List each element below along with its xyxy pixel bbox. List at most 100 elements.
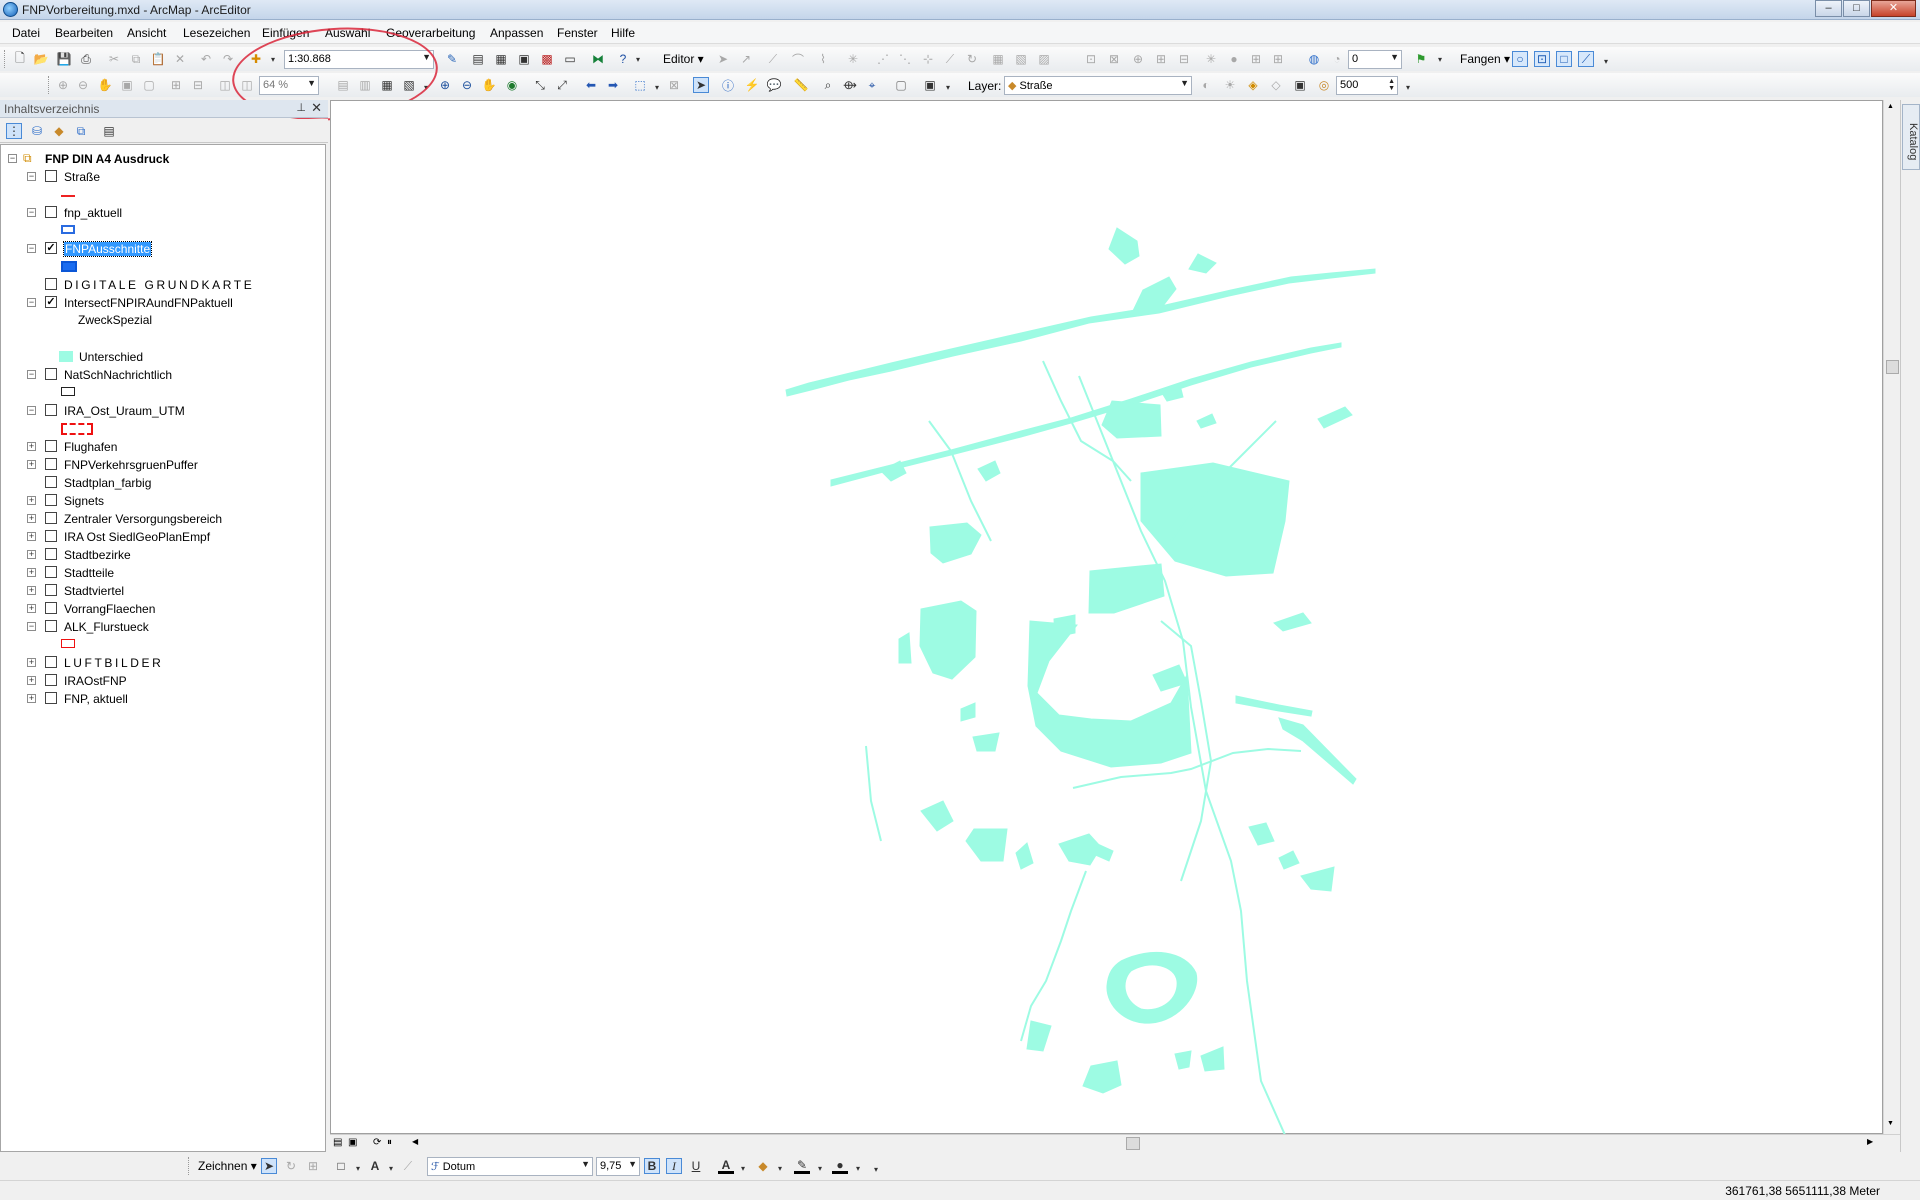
- toc-layer-row[interactable]: + Flughafen: [7, 439, 317, 455]
- layer-name[interactable]: ALK_Flurstueck: [64, 620, 149, 634]
- font-size-combo[interactable]: 9,75 ▼: [596, 1157, 640, 1176]
- zoom-in-icon[interactable]: ⊕: [437, 77, 453, 93]
- marker-color-dropdown-icon[interactable]: ▾: [850, 1160, 866, 1176]
- snapping-menu[interactable]: Fangen ▾: [1460, 52, 1510, 66]
- collapse-icon[interactable]: −: [27, 208, 36, 217]
- swipe-icon[interactable]: ◈: [1245, 77, 1261, 93]
- measure-icon[interactable]: 📏: [793, 77, 809, 93]
- html-popup-icon[interactable]: 💬: [766, 77, 782, 93]
- open-folder-icon[interactable]: 📂: [33, 51, 49, 67]
- topology-edit-icon[interactable]: ⊠: [1106, 51, 1122, 67]
- line-color-dropdown-icon[interactable]: ▾: [812, 1160, 828, 1176]
- point-snapping-icon[interactable]: ○: [1512, 51, 1528, 67]
- expand-icon[interactable]: +: [27, 514, 36, 523]
- toc-layer-row[interactable]: − ✓ IntersectFNPIRAundFNPaktuell: [7, 295, 317, 311]
- fill-color-icon[interactable]: ◆: [755, 1158, 771, 1174]
- expand-icon[interactable]: +: [27, 496, 36, 505]
- buffer-dropdown-icon[interactable]: ▾: [1400, 79, 1416, 95]
- expand-icon[interactable]: +: [27, 460, 36, 469]
- layer-name[interactable]: DIGITALE GRUNDKARTE: [64, 278, 254, 292]
- list-by-visibility-icon[interactable]: ◆: [51, 123, 67, 139]
- marker-color-icon[interactable]: ●: [832, 1158, 848, 1174]
- layer-name[interactable]: Straße: [64, 170, 100, 184]
- menu-fenster[interactable]: Fenster: [557, 26, 598, 40]
- clear-selection-icon[interactable]: ⊠: [666, 77, 682, 93]
- toc-layer-row[interactable]: − IRA_Ost_Uraum_UTM: [7, 403, 317, 419]
- layer-name[interactable]: Stadtviertel: [64, 584, 124, 598]
- buffer-wizard-icon[interactable]: ▣: [1292, 77, 1308, 93]
- layer-name[interactable]: IntersectFNPIRAundFNPaktuell: [64, 296, 233, 310]
- toc-layer-row[interactable]: − fnp_aktuell: [7, 205, 317, 221]
- catalog-tab[interactable]: Katalog: [1902, 104, 1920, 170]
- rectangle-icon[interactable]: □: [333, 1158, 349, 1174]
- layer-visibility-checkbox[interactable]: [45, 620, 57, 632]
- layout-view-icon[interactable]: ▤: [333, 1137, 342, 1148]
- layer-name[interactable]: IRA Ost SiedlGeoPlanEmpf: [64, 530, 210, 544]
- buffer-distance-spinner[interactable]: 500 ▲ ▼: [1336, 76, 1398, 95]
- collapse-icon[interactable]: −: [27, 244, 36, 253]
- add-control-points-icon[interactable]: ⊞: [1270, 51, 1286, 67]
- font-name-combo[interactable]: ℱ Dotum ▼: [427, 1157, 593, 1176]
- identify-icon[interactable]: ⓘ: [720, 77, 736, 93]
- undo-icon[interactable]: ↶: [198, 51, 214, 67]
- collapse-icon[interactable]: −: [27, 622, 36, 631]
- map-horizontal-scrollbar[interactable]: ▤ ▣ ⟳ ⏸ ◀ ▶: [330, 1134, 1900, 1151]
- paste-icon[interactable]: 📋: [150, 51, 166, 67]
- layer-visibility-checkbox[interactable]: [45, 170, 57, 182]
- layer-combo[interactable]: ◆ Straße ▼: [1004, 76, 1192, 95]
- layout-pan-icon[interactable]: ✋: [97, 77, 113, 93]
- toc-layer-row[interactable]: + Stadtviertel: [7, 583, 317, 599]
- scroll-right-icon[interactable]: ▶: [1867, 1137, 1873, 1146]
- layer-visibility-checkbox[interactable]: ✓: [45, 296, 57, 308]
- modelbuilder-icon[interactable]: ⧓: [590, 51, 606, 67]
- layer-name[interactable]: fnp_aktuell: [64, 206, 122, 220]
- save-icon[interactable]: 💾: [56, 51, 72, 67]
- collapse-icon[interactable]: −: [27, 172, 36, 181]
- menu-bearbeiten[interactable]: Bearbeiten: [55, 26, 113, 40]
- menu-datei[interactable]: Datei: [12, 26, 40, 40]
- expand-icon[interactable]: +: [27, 550, 36, 559]
- toc-layer-row[interactable]: − NatSchNachrichtlich: [7, 367, 317, 383]
- editor-menu[interactable]: Editor ▾: [663, 52, 704, 66]
- list-by-source-icon[interactable]: ⛁: [29, 123, 45, 139]
- edit-vertices-icon[interactable]: ⟋: [400, 1158, 416, 1174]
- layer-name[interactable]: FNPVerkehrsgruenPuffer: [64, 458, 198, 472]
- collapse-icon[interactable]: −: [27, 298, 36, 307]
- toc-layer-row[interactable]: + Zentraler Versorgungsbereich: [7, 511, 317, 527]
- go-back-icon[interactable]: ⬅: [583, 77, 599, 93]
- menu-hilfe[interactable]: Hilfe: [611, 26, 635, 40]
- expand-icon[interactable]: +: [27, 568, 36, 577]
- end-snapping-icon[interactable]: ⊡: [1534, 51, 1550, 67]
- pause-drawing-icon[interactable]: ⏸: [387, 1137, 392, 1148]
- line-color-icon[interactable]: ✎: [794, 1158, 810, 1174]
- time-slider-window-icon[interactable]: ▢: [893, 77, 909, 93]
- scroll-left-icon[interactable]: ◀: [412, 1137, 418, 1146]
- refresh-icon[interactable]: ⟳: [373, 1137, 381, 1148]
- toc-layer-row[interactable]: − ✓ FNPAusschnitte: [7, 241, 317, 257]
- layer-visibility-checkbox[interactable]: [45, 548, 57, 560]
- python-window-icon[interactable]: ▭: [562, 51, 578, 67]
- collapse-icon[interactable]: −: [27, 370, 36, 379]
- search-window-icon[interactable]: ▣: [516, 51, 532, 67]
- map-cache-icon[interactable]: ◍: [1306, 51, 1322, 67]
- topology-icon[interactable]: ⊡: [1083, 51, 1099, 67]
- toc-layer-row[interactable]: + IRAOstFNP: [7, 673, 317, 689]
- zoom-100-percent-icon[interactable]: ▢: [141, 77, 157, 93]
- layer-visibility-checkbox[interactable]: [45, 566, 57, 578]
- toc-layer-row[interactable]: + Stadtbezirke: [7, 547, 317, 563]
- edit-vertices-icon[interactable]: ⋰: [875, 51, 891, 67]
- flag-dropdown-icon[interactable]: ▾: [1432, 51, 1448, 67]
- whats-this-icon[interactable]: ?: [615, 51, 631, 67]
- flicker-icon[interactable]: ◇: [1268, 77, 1284, 93]
- layer-visibility-checkbox[interactable]: [45, 404, 57, 416]
- list-by-selection-icon[interactable]: ⧉: [73, 123, 89, 139]
- fixed-zoom-out-icon[interactable]: ⊟: [190, 77, 206, 93]
- toc-layer-row[interactable]: + FNP, aktuell: [7, 691, 317, 707]
- arctoolbox-icon[interactable]: ▩: [539, 51, 555, 67]
- zoom-out-icon[interactable]: ⊖: [459, 77, 475, 93]
- contrast-icon[interactable]: ◐: [1198, 77, 1214, 93]
- layer-visibility-checkbox[interactable]: [45, 440, 57, 452]
- fill-color-dropdown-icon[interactable]: ▾: [772, 1160, 788, 1176]
- help-dropdown-icon[interactable]: ▾: [630, 51, 646, 67]
- layer-visibility-checkbox[interactable]: [45, 602, 57, 614]
